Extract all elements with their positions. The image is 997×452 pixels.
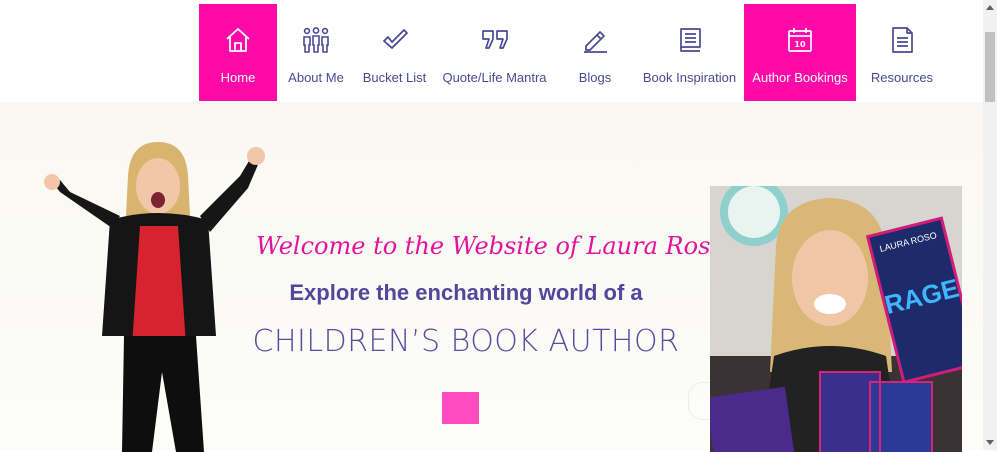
author-cutout-image bbox=[44, 142, 265, 452]
main-nav: Home About Me Bucket List Quote/Life Man… bbox=[199, 4, 948, 101]
scroll-up-arrow-icon[interactable] bbox=[983, 0, 997, 14]
nav-item-quote-life-mantra[interactable]: Quote/Life Mantra bbox=[434, 4, 555, 101]
nav-item-resources[interactable]: Resources bbox=[856, 4, 948, 101]
calendar-day-text: 10 bbox=[794, 40, 806, 49]
header-bar: Home About Me Bucket List Quote/Life Man… bbox=[0, 0, 983, 102]
home-icon bbox=[224, 26, 252, 54]
nav-label-author-bookings: Author Bookings bbox=[752, 70, 848, 85]
calendar-icon: 10 bbox=[786, 26, 814, 54]
nav-label-about-me: About Me bbox=[288, 70, 344, 85]
author-title: CHILDREN’S BOOK AUTHOR bbox=[252, 324, 680, 359]
pencil-icon bbox=[581, 26, 609, 54]
quote-icon bbox=[481, 26, 509, 54]
nav-item-home[interactable]: Home bbox=[199, 4, 277, 101]
nav-item-author-bookings[interactable]: 10 Author Bookings bbox=[744, 4, 856, 101]
author-photo-with-books: LAURA ROSO RAGE bbox=[710, 186, 962, 452]
document-icon bbox=[888, 26, 916, 54]
checkmark-icon bbox=[381, 26, 409, 54]
nav-label-book-inspiration: Book Inspiration bbox=[642, 70, 737, 85]
nav-item-about-me[interactable]: About Me bbox=[277, 4, 355, 101]
nav-label-bucket-list: Bucket List bbox=[362, 70, 427, 85]
scrollbar-thumb[interactable] bbox=[985, 32, 995, 102]
book-icon bbox=[676, 26, 704, 54]
nav-item-blogs[interactable]: Blogs bbox=[555, 4, 635, 101]
welcome-heading: Welcome to the Website of Laura Roso! bbox=[256, 232, 735, 260]
people-icon bbox=[302, 26, 330, 54]
hero-section: Welcome to the Website of Laura Roso! Ex… bbox=[0, 102, 983, 452]
scroll-down-arrow-icon[interactable] bbox=[983, 436, 997, 450]
explore-subheading: Explore the enchanting world of a bbox=[289, 280, 643, 305]
nav-item-book-inspiration[interactable]: Book Inspiration bbox=[635, 4, 744, 101]
nav-item-bucket-list[interactable]: Bucket List bbox=[355, 4, 434, 101]
nav-label-quote-life-mantra: Quote/Life Mantra bbox=[442, 70, 547, 85]
nav-label-resources: Resources bbox=[870, 70, 934, 85]
cta-button[interactable] bbox=[442, 392, 479, 424]
nav-label-home: Home bbox=[220, 70, 256, 85]
nav-label-blogs: Blogs bbox=[578, 70, 612, 85]
vertical-scrollbar[interactable] bbox=[983, 0, 997, 450]
